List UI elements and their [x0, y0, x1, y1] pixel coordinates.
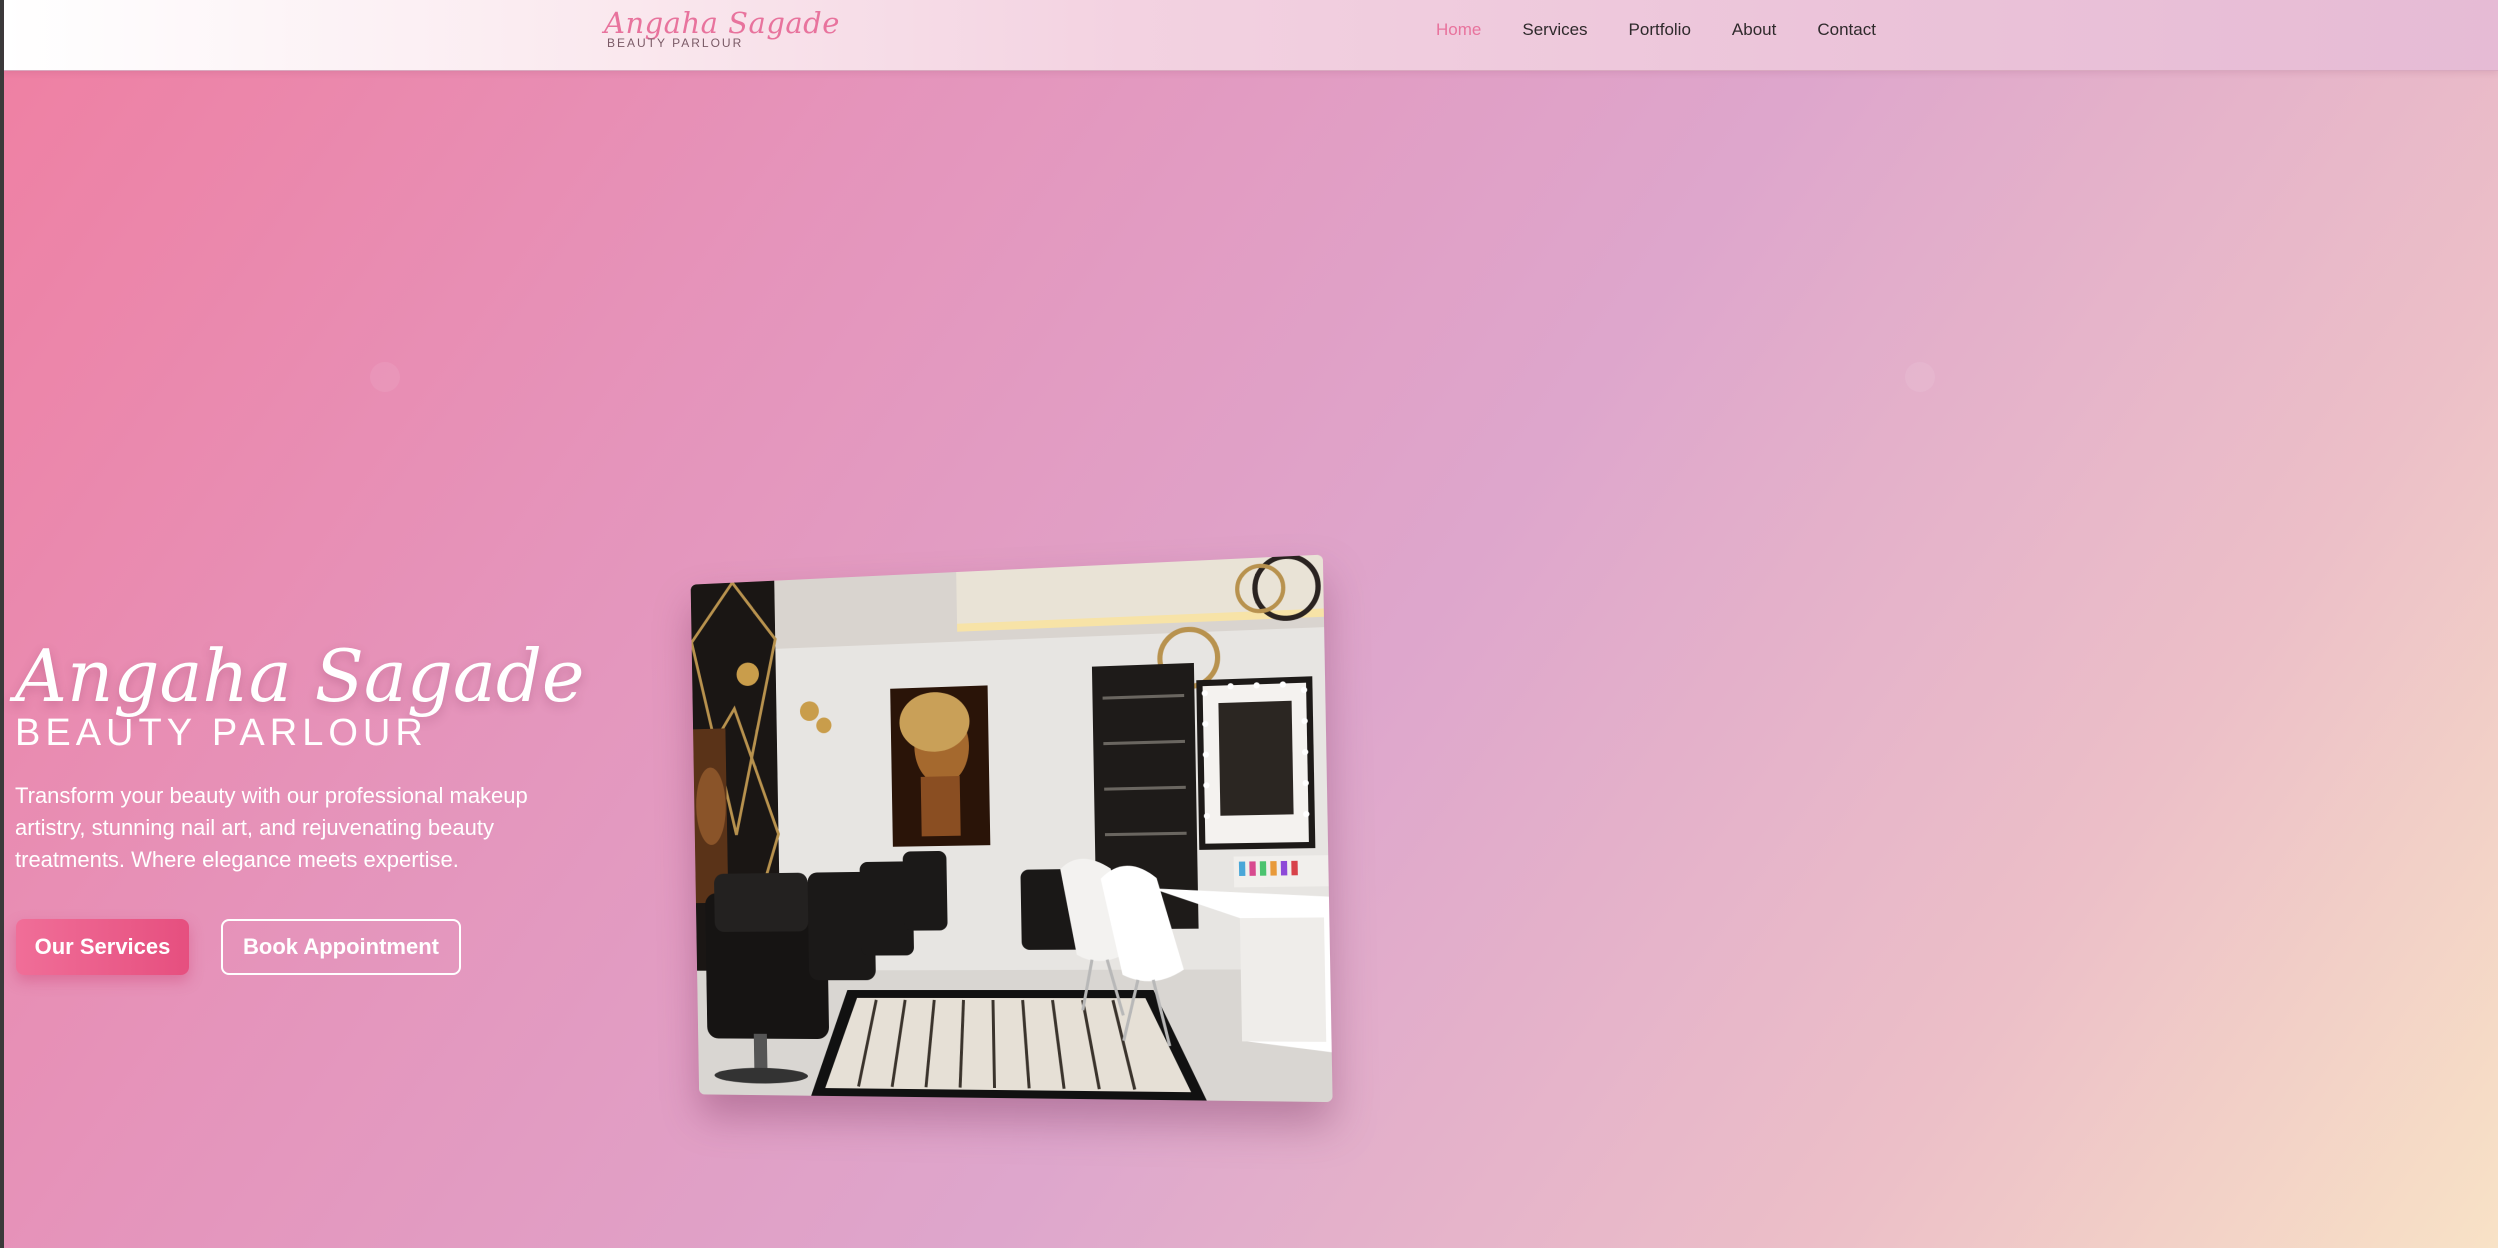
nav-item-portfolio[interactable]: Portfolio	[1629, 20, 1691, 40]
site-header: Angaha Sagade BEAUTY PARLOUR Home Servic…	[4, 0, 2498, 71]
brand-logo[interactable]: Angaha Sagade BEAUTY PARLOUR	[604, 6, 840, 50]
salon-interior-image	[690, 554, 1333, 1103]
book-appointment-button[interactable]: Book Appointment	[221, 919, 461, 975]
hero-section: Angaha Sagade BEAUTY PARLOUR Transform y…	[15, 632, 615, 876]
nav-item-home[interactable]: Home	[1436, 20, 1481, 40]
our-services-button[interactable]: Our Services	[16, 919, 189, 975]
nav-item-contact[interactable]: Contact	[1817, 20, 1876, 40]
hero-description: Transform your beauty with our professio…	[15, 783, 528, 872]
background-sparkle	[370, 362, 400, 392]
main-nav: Home Services Portfolio About Contact	[1436, 20, 1917, 40]
nav-item-services[interactable]: Services	[1522, 20, 1587, 40]
background-sparkle	[1905, 362, 1935, 392]
nav-item-about[interactable]: About	[1732, 20, 1776, 40]
brand-name: Angaha Sagade	[604, 6, 840, 40]
window-left-edge	[0, 0, 4, 1248]
hero-title: Angaha Sagade	[15, 634, 585, 718]
